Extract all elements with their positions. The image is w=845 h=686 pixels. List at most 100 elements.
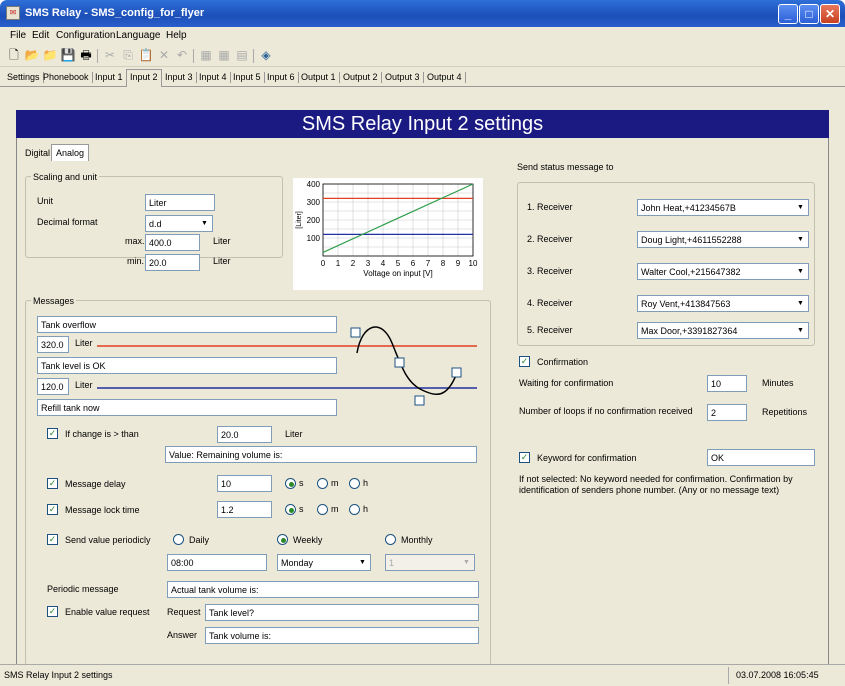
decimal-format-select[interactable]: d.d ▼ [145, 215, 213, 232]
x-tick-label: 7 [426, 259, 431, 268]
change-unit: Liter [285, 429, 303, 439]
connect-icon[interactable]: ◈ [258, 48, 274, 63]
lock-label: Message lock time [65, 505, 140, 515]
receiver-5-select[interactable]: Max Door,+3391827364 ▼ [637, 322, 809, 339]
lock-checkbox[interactable]: ✓ [47, 504, 58, 515]
weekday-select[interactable]: Monday ▼ [277, 554, 371, 571]
wait-input[interactable]: 10 [707, 375, 747, 392]
menu-help[interactable]: Help [166, 30, 187, 41]
max-input[interactable]: 400.0 [145, 234, 200, 251]
print-icon[interactable]: 🖶 [78, 48, 94, 63]
tab-settings[interactable]: Settings [4, 72, 44, 83]
save-icon[interactable]: 💾 [60, 48, 76, 63]
chevron-down-icon: ▼ [201, 220, 208, 227]
unit-input[interactable]: Liter [145, 194, 215, 211]
high-level-input[interactable]: 320.0 [37, 336, 69, 353]
status-datetime: 03.07.2008 16:05:45 [736, 670, 819, 680]
periodic-label: Send value periodicly [65, 535, 151, 545]
tab-input-6[interactable]: Input 6 [264, 72, 299, 83]
low-level-input[interactable]: 120.0 [37, 378, 69, 395]
tab-output-2[interactable]: Output 2 [340, 72, 382, 83]
write-device-icon[interactable]: ▦ [216, 48, 232, 63]
minutes-label: m [331, 478, 339, 488]
daily-radio[interactable] [173, 534, 184, 545]
request-checkbox[interactable]: ✓ [47, 606, 58, 617]
change-label: If change is > than [65, 429, 139, 439]
tab-output-3[interactable]: Output 3 [382, 72, 424, 83]
copy-icon[interactable]: ⎘ [120, 48, 136, 63]
receiver-3-select[interactable]: Walter Cool,+215647382 ▼ [637, 263, 809, 280]
periodic-message-input[interactable]: Actual tank volume is: [167, 581, 479, 598]
menu-edit[interactable]: Edit [32, 30, 49, 41]
delete-icon[interactable]: ✕ [156, 48, 172, 63]
value-text-input[interactable]: Value: Remaining volume is: [165, 446, 477, 463]
cut-icon[interactable]: ✂ [102, 48, 118, 63]
lock-input[interactable]: 1.2 [217, 501, 272, 518]
tab-input-4[interactable]: Input 4 [196, 72, 231, 83]
app-icon: ✉ [6, 6, 20, 20]
menu-language[interactable]: Language [116, 30, 161, 41]
delay-input[interactable]: 10 [217, 475, 272, 492]
change-checkbox[interactable]: ✓ [47, 428, 58, 439]
change-input[interactable]: 20.0 [217, 426, 272, 443]
lock-minutes-radio[interactable] [317, 504, 328, 515]
request-input[interactable]: Tank level? [205, 604, 479, 621]
tab-phonebook[interactable]: Phonebook [40, 72, 93, 83]
close-button[interactable]: ✕ [820, 4, 840, 24]
maximize-button[interactable]: □ [799, 4, 819, 24]
delay-seconds-radio[interactable] [285, 478, 296, 489]
weekly-radio[interactable] [277, 534, 288, 545]
open-config-icon[interactable]: 📁 [42, 48, 58, 63]
subtab-analog[interactable]: Analog [51, 144, 90, 161]
tab-input-1[interactable]: Input 1 [92, 72, 127, 83]
delay-checkbox[interactable]: ✓ [47, 478, 58, 489]
receiver-4-label: 4. Receiver [527, 298, 573, 308]
delay-label: Message delay [65, 479, 126, 489]
paste-icon[interactable]: 📋 [138, 48, 154, 63]
periodic-checkbox[interactable]: ✓ [47, 534, 58, 545]
receiver-4-select[interactable]: Roy Vent,+413847563 ▼ [637, 295, 809, 312]
toolbar: 🗋 📂 📁 💾 🖶 ✂ ⎘ 📋 ✕ ↶ ▦ ▦ ▤ ◈ [0, 45, 845, 67]
minimize-button[interactable]: _ [778, 4, 798, 24]
receiver-2-select[interactable]: Doug Light,+4611552288 ▼ [637, 231, 809, 248]
read-device-icon[interactable]: ▦ [198, 48, 214, 63]
compare-icon[interactable]: ▤ [234, 48, 250, 63]
tab-output-1[interactable]: Output 1 [298, 72, 340, 83]
month-day-select[interactable]: 1 ▼ [385, 554, 475, 571]
answer-input[interactable]: Tank volume is: [205, 627, 479, 644]
x-tick-label: 4 [381, 259, 386, 268]
menu-file[interactable]: File [10, 30, 26, 41]
hours-label: h [363, 478, 369, 488]
confirmation-label: Confirmation [537, 357, 589, 367]
keyword-checkbox[interactable]: ✓ [519, 452, 530, 463]
tab-input-3[interactable]: Input 3 [162, 72, 197, 83]
minutes-label: m [331, 504, 339, 514]
undo-icon[interactable]: ↶ [174, 48, 190, 63]
keyword-input[interactable]: OK [707, 449, 815, 466]
tab-strip: Settings Phonebook Input 1 Input 2 Input… [0, 67, 845, 87]
tab-input-5[interactable]: Input 5 [230, 72, 265, 83]
new-icon[interactable]: 🗋 [6, 48, 22, 63]
subtab-digital[interactable]: Digital [25, 148, 50, 158]
x-tick-label: 3 [366, 259, 371, 268]
loops-input[interactable]: 2 [707, 404, 747, 421]
x-tick-label: 5 [396, 259, 401, 268]
open-icon[interactable]: 📂 [24, 48, 40, 63]
lock-hours-radio[interactable] [349, 504, 360, 515]
min-label: min. [127, 256, 145, 266]
tab-output-4[interactable]: Output 4 [424, 72, 466, 83]
lock-seconds-radio[interactable] [285, 504, 296, 515]
tab-input-2[interactable]: Input 2 [126, 69, 162, 87]
min-input[interactable]: 20.0 [145, 254, 200, 271]
delay-minutes-radio[interactable] [317, 478, 328, 489]
monthly-radio[interactable] [385, 534, 396, 545]
receiver-5-label: 5. Receiver [527, 325, 573, 335]
menu-configuration[interactable]: Configuration [56, 30, 115, 41]
receiver-1-select[interactable]: John Heat,+41234567B ▼ [637, 199, 809, 216]
wait-label: Waiting for confirmation [519, 378, 614, 388]
time-input[interactable]: 08:00 [167, 554, 267, 571]
chevron-down-icon: ▼ [797, 268, 804, 275]
confirmation-checkbox[interactable]: ✓ [519, 356, 530, 367]
delay-hours-radio[interactable] [349, 478, 360, 489]
y-tick-label: 300 [307, 198, 321, 207]
